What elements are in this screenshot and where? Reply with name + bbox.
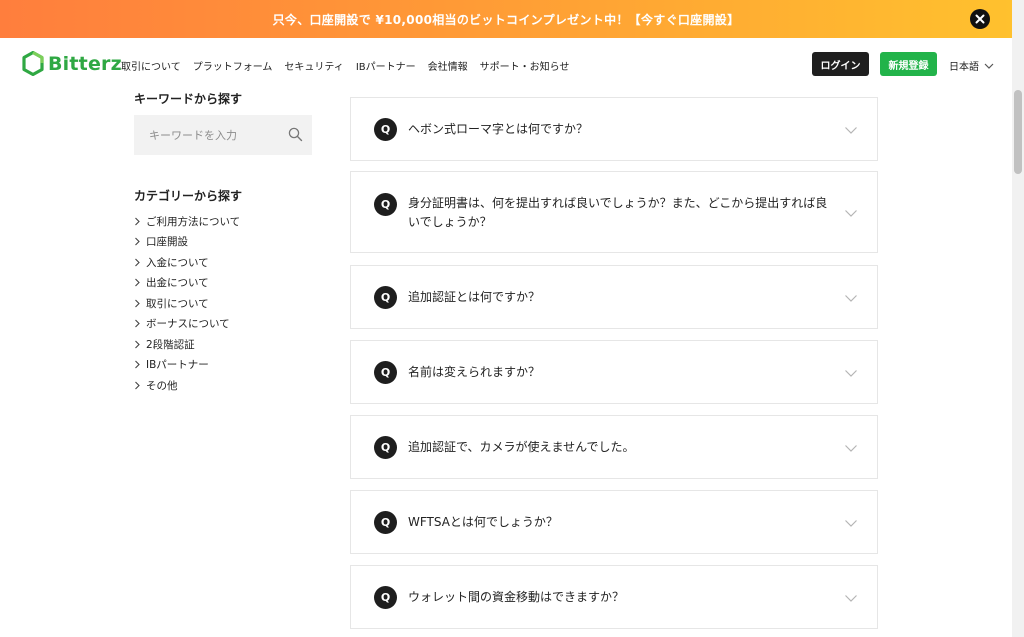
chevron-right-icon xyxy=(134,258,146,267)
category-item-deposit[interactable]: 入金について xyxy=(134,252,240,273)
q-badge: Q xyxy=(374,118,397,141)
chevron-right-icon xyxy=(134,340,146,349)
category-item-ib-partner[interactable]: IBパートナー xyxy=(134,355,240,376)
scrollbar-thumb[interactable] xyxy=(1014,90,1022,174)
search-box[interactable] xyxy=(134,115,312,155)
search-input[interactable] xyxy=(149,128,279,142)
category-item-other[interactable]: その他 xyxy=(134,375,240,396)
category-item-bonus[interactable]: ボーナスについて xyxy=(134,314,240,335)
category-label: 入金について xyxy=(146,256,209,269)
category-label: ご利用方法について xyxy=(146,215,241,228)
q-badge: Q xyxy=(374,436,397,459)
close-icon[interactable] xyxy=(970,9,990,29)
logo[interactable]: Bitterz xyxy=(22,51,122,76)
faq-question: ウォレット間の資金移動はできますか？ xyxy=(408,590,625,604)
faq-item[interactable]: Q WFTSAとは何でしょうか？ xyxy=(350,490,878,554)
faq-question: 身分証明書は、何を提出すれば良いでしょうか？また、どこから提出すれば良いでしょう… xyxy=(408,196,828,229)
q-badge: Q xyxy=(374,193,397,216)
category-item-usage[interactable]: ご利用方法について xyxy=(134,211,240,232)
faq-item[interactable]: Q 追加認証で、カメラが使えませんでした。 xyxy=(350,415,878,479)
main-nav: 取引について プラットフォーム セキュリティ IBパートナー 会社情報 サポート… xyxy=(121,58,581,73)
chevron-down-icon xyxy=(984,63,994,69)
faq-question: 追加認証で、カメラが使えませんでした。 xyxy=(408,440,635,454)
chevron-right-icon xyxy=(134,278,146,287)
faq-item[interactable]: Q ヘボン式ローマ字とは何ですか？ xyxy=(350,97,878,161)
chevron-right-icon xyxy=(134,360,146,369)
chevron-down-icon xyxy=(845,595,857,602)
faq-item[interactable]: Q 名前は変えられますか？ xyxy=(350,340,878,404)
nav-item-security[interactable]: セキュリティ xyxy=(284,58,343,73)
language-selector[interactable]: 日本語 xyxy=(949,58,996,73)
nav-item-company[interactable]: 会社情報 xyxy=(428,58,468,73)
chevron-right-icon xyxy=(134,299,146,308)
site-header: Bitterz 取引について プラットフォーム セキュリティ IBパートナー 会… xyxy=(0,38,1012,90)
nav-item-ib-partner[interactable]: IBパートナー xyxy=(356,58,416,73)
category-item-withdrawal[interactable]: 出金について xyxy=(134,273,240,294)
category-label: その他 xyxy=(146,379,178,392)
category-item-account-opening[interactable]: 口座開設 xyxy=(134,232,240,253)
chevron-right-icon xyxy=(134,237,146,246)
category-label: 2段階認証 xyxy=(146,338,195,351)
page-scrollbar[interactable] xyxy=(1012,0,1024,637)
language-label: 日本語 xyxy=(949,62,979,73)
faq-item[interactable]: Q ウォレット間の資金移動はできますか？ xyxy=(350,565,878,629)
nav-item-platform[interactable]: プラットフォーム xyxy=(193,58,273,73)
chevron-down-icon xyxy=(845,445,857,452)
category-item-2fa[interactable]: 2段階認証 xyxy=(134,334,240,355)
login-button[interactable]: ログイン xyxy=(812,52,869,76)
chevron-down-icon xyxy=(845,520,857,527)
faq-question: 名前は変えられますか？ xyxy=(408,365,541,379)
chevron-right-icon xyxy=(134,217,146,226)
chevron-down-icon xyxy=(845,127,857,134)
category-label: 口座開設 xyxy=(146,236,188,249)
q-badge: Q xyxy=(374,586,397,609)
q-badge: Q xyxy=(374,361,397,384)
category-label: 取引について xyxy=(146,297,209,310)
chevron-down-icon xyxy=(845,210,857,217)
chevron-right-icon xyxy=(134,381,146,390)
chevron-right-icon xyxy=(134,319,146,328)
nav-item-support[interactable]: サポート・お知らせ xyxy=(480,58,570,73)
faq-question: WFTSAとは何でしょうか？ xyxy=(408,515,558,529)
category-list: ご利用方法について 口座開設 入金について 出金について 取引について ボーナス… xyxy=(134,211,240,396)
promo-text[interactable]: 只今、口座開設で ¥10,000相当のビットコインプレゼント中！【今すぐ口座開設… xyxy=(273,11,740,28)
logo-icon xyxy=(22,51,44,76)
category-label: 出金について xyxy=(146,277,209,290)
faq-question: 追加認証とは何ですか？ xyxy=(408,290,541,304)
signup-button[interactable]: 新規登録 xyxy=(880,52,937,76)
faq-question: ヘボン式ローマ字とは何ですか？ xyxy=(408,122,589,136)
faq-item[interactable]: Q 追加認証とは何ですか？ xyxy=(350,265,878,329)
chevron-down-icon xyxy=(845,295,857,302)
keyword-heading: キーワードから探す xyxy=(134,92,243,106)
search-icon[interactable] xyxy=(288,127,303,142)
chevron-down-icon xyxy=(845,370,857,377)
q-badge: Q xyxy=(374,511,397,534)
category-heading: カテゴリーから探す xyxy=(134,189,243,203)
q-badge: Q xyxy=(374,286,397,309)
promo-banner[interactable]: 只今、口座開設で ¥10,000相当のビットコインプレゼント中！【今すぐ口座開設… xyxy=(0,0,1012,38)
nav-item-trading[interactable]: 取引について xyxy=(121,58,181,73)
faq-item[interactable]: Q 身分証明書は、何を提出すれば良いでしょうか？また、どこから提出すれば良いでし… xyxy=(350,171,878,253)
category-item-trading[interactable]: 取引について xyxy=(134,293,240,314)
category-label: IBパートナー xyxy=(146,359,209,372)
faq-sidebar: キーワードから探す カテゴリーから探す ご利用方法について 口座開設 入金につい… xyxy=(134,90,314,392)
category-label: ボーナスについて xyxy=(146,318,230,331)
brand-name: Bitterz xyxy=(48,52,122,75)
